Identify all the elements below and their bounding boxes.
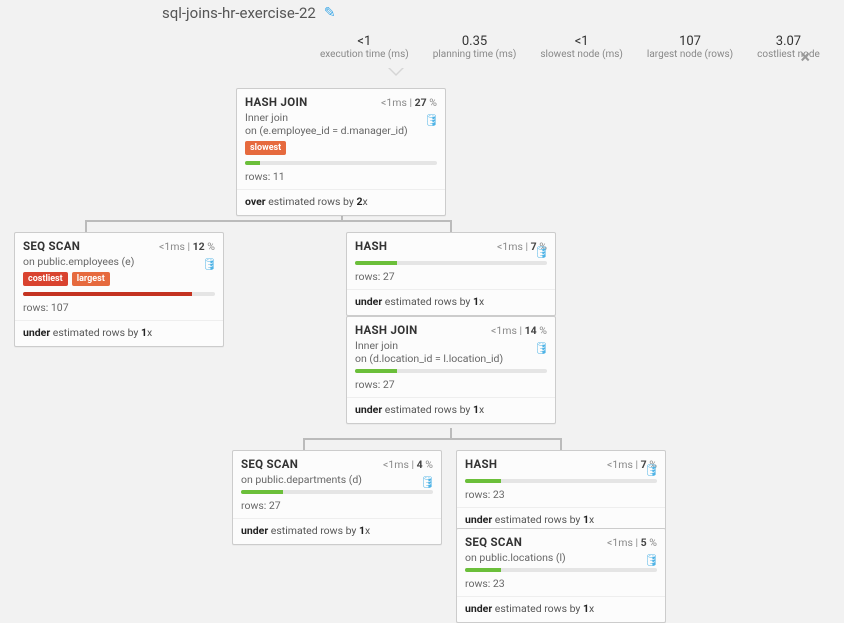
node-subtext: on public.employees (e) — [23, 255, 203, 268]
stat-execution-time: <1 execution time (ms) — [320, 34, 409, 60]
badge-slowest: slowest — [245, 141, 286, 155]
node-meta: <1ms | 5 % — [607, 536, 657, 549]
node-rows: rows: 23 — [457, 485, 665, 508]
node-subtext: on (d.location_id = l.location_id) — [355, 352, 535, 365]
node-title: HASH JOIN — [245, 95, 308, 109]
node-title: SEQ SCAN — [23, 239, 80, 253]
stat-label: costliest node — [757, 49, 820, 60]
chevron-down-icon — [388, 68, 404, 76]
node-meta: <1ms | 27 % — [381, 96, 437, 109]
node-estimate: over estimated rows by 2x — [237, 190, 445, 215]
stat-value: 0.35 — [433, 34, 517, 49]
plan-node-seq-scan-locations[interactable]: SEQ SCAN <1ms | 5 % on public.locations … — [456, 528, 666, 623]
stat-largest-node: 107 largest node (rows) — [647, 34, 733, 60]
stat-label: slowest node (ms) — [540, 49, 623, 60]
bar-rows — [465, 568, 501, 572]
bar-rows — [23, 292, 192, 296]
node-rows: rows: 27 — [347, 267, 555, 290]
node-estimate: under estimated rows by 1x — [457, 597, 665, 622]
stat-planning-time: 0.35 planning time (ms) — [433, 34, 517, 60]
bar-rows — [355, 261, 397, 265]
badge-costliest: costliest — [23, 272, 68, 286]
stat-label: planning time (ms) — [433, 49, 517, 60]
node-rows: rows: 107 — [15, 298, 223, 321]
pencil-icon[interactable]: ✎ — [324, 5, 336, 21]
database-icon[interactable]: 🛢 — [534, 341, 549, 355]
stat-value: 107 — [647, 34, 733, 49]
page-title: sql-joins-hr-exercise-22 — [162, 4, 316, 22]
bar-rows — [241, 490, 283, 494]
stat-label: execution time (ms) — [320, 49, 409, 60]
stat-slowest-node: <1 slowest node (ms) — [540, 34, 623, 60]
database-icon[interactable]: 🛢 — [424, 113, 439, 127]
node-subtext: on public.departments (d) — [241, 473, 421, 486]
plan-node-hash-join-2[interactable]: HASH JOIN <1ms | 14 % Inner join on (d.l… — [346, 316, 556, 424]
plan-node-seq-scan-departments[interactable]: SEQ SCAN <1ms | 4 % on public.department… — [232, 450, 442, 545]
close-icon[interactable]: × — [800, 47, 810, 68]
badge-largest: largest — [72, 272, 110, 286]
stats-bar: <1 execution time (ms) 0.35 planning tim… — [320, 34, 820, 60]
node-subtext: on public.locations (l) — [465, 551, 645, 564]
node-meta: <1ms | 12 % — [159, 240, 215, 253]
node-rows: rows: 27 — [347, 375, 555, 398]
plan-node-hash-1[interactable]: HASH <1ms | 7 % 🛢 rows: 27 under estimat… — [346, 232, 556, 316]
node-estimate: under estimated rows by 1x — [15, 321, 223, 346]
node-subtext: on (e.employee_id = d.manager_id) — [245, 124, 425, 137]
node-estimate: under estimated rows by 1x — [347, 290, 555, 315]
node-title: HASH JOIN — [355, 323, 418, 337]
node-subtext: Inner join — [355, 339, 535, 352]
node-subtext: Inner join — [245, 111, 425, 124]
node-rows: rows: 27 — [233, 496, 441, 519]
database-icon[interactable]: 🛢 — [644, 553, 659, 567]
database-icon[interactable]: 🛢 — [420, 475, 435, 489]
node-estimate: under estimated rows by 1x — [347, 398, 555, 423]
stat-costliest-node: 3.07 costliest node — [757, 34, 820, 60]
stat-value: 3.07 — [757, 34, 820, 49]
node-title: SEQ SCAN — [241, 457, 298, 471]
plan-node-hash-join-1[interactable]: HASH JOIN <1ms | 27 % Inner join on (e.e… — [236, 88, 446, 216]
plan-node-seq-scan-employees[interactable]: SEQ SCAN <1ms | 12 % on public.employees… — [14, 232, 224, 347]
node-meta: <1ms | 14 % — [491, 324, 547, 337]
stat-value: <1 — [540, 34, 623, 49]
node-rows: rows: 11 — [237, 167, 445, 190]
node-rows: rows: 23 — [457, 574, 665, 597]
node-meta: <1ms | 4 % — [383, 458, 433, 471]
database-icon[interactable]: 🛢 — [534, 245, 549, 259]
database-icon[interactable]: 🛢 — [202, 257, 217, 271]
bar-rows — [245, 161, 260, 165]
bar-rows — [355, 369, 397, 373]
node-title: SEQ SCAN — [465, 535, 522, 549]
node-title: HASH — [355, 239, 387, 253]
stat-value: <1 — [320, 34, 409, 49]
node-title: HASH — [465, 457, 497, 471]
bar-rows — [465, 479, 501, 483]
stat-label: largest node (rows) — [647, 49, 733, 60]
node-estimate: under estimated rows by 1x — [233, 519, 441, 544]
database-icon[interactable]: 🛢 — [644, 463, 659, 477]
plan-node-hash-2[interactable]: HASH <1ms | 7 % 🛢 rows: 23 under estimat… — [456, 450, 666, 534]
